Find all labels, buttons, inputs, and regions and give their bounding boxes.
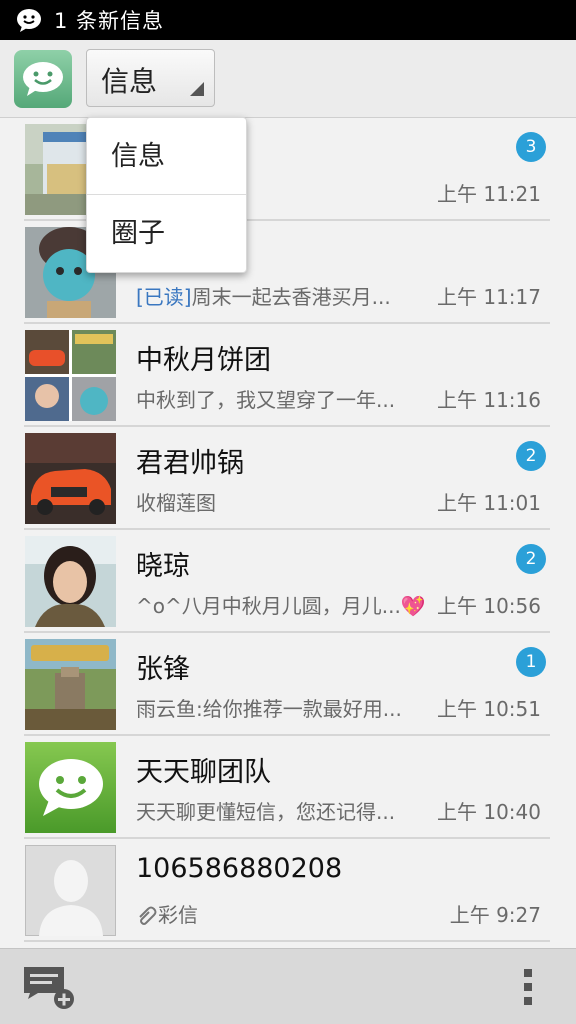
conversation-row[interactable]: 张锋 1 雨云鱼:给你推荐一款最好用... 上午 10:51 (0, 633, 576, 736)
conversation-name: 天天聊团队 (136, 757, 271, 788)
avatar (25, 536, 116, 627)
unread-badge: 2 (516, 441, 546, 471)
app-logo-icon[interactable] (14, 50, 72, 108)
message-preview: ^o^八月中秋月儿圆，月儿...💖 (136, 594, 426, 618)
overflow-menu-icon[interactable] (518, 967, 538, 1007)
unread-badge: 1 (516, 647, 546, 677)
message-preview: [已读]周末一起去香港买月... (136, 285, 391, 309)
message-time: 上午 10:40 (437, 800, 541, 824)
notification-text: 1 条新信息 (54, 9, 165, 33)
message-time: 上午 11:16 (437, 388, 541, 412)
avatar (25, 742, 116, 833)
read-tag: [已读] (136, 285, 192, 309)
unread-badge: 2 (516, 544, 546, 574)
message-time: 上午 11:01 (437, 491, 541, 515)
conversation-row[interactable]: 晓琼 2 ^o^八月中秋月儿圆，月儿...💖 上午 10:56 (0, 530, 576, 633)
spinner-label: 信息 (101, 65, 158, 98)
category-dropdown-menu: 信息 圈子 (86, 117, 247, 273)
dropdown-triangle-icon (190, 82, 204, 96)
dropdown-item-circles[interactable]: 圈子 (87, 195, 246, 272)
compose-message-icon[interactable] (22, 965, 76, 1011)
conversation-row[interactable]: 天天聊团队 天天聊更懂短信，您还记得... 上午 10:40 (0, 736, 576, 839)
conversation-name: 张锋 (136, 654, 190, 685)
message-time: 上午 10:56 (437, 594, 541, 618)
message-preview: 彩信 (136, 899, 426, 928)
message-time: 上午 11:17 (437, 285, 541, 309)
message-time: 上午 11:21 (437, 182, 541, 206)
avatar (25, 845, 116, 936)
conversation-name: 晓琼 (136, 551, 190, 582)
bottom-bar (0, 948, 576, 1024)
message-time: 上午 9:27 (449, 903, 541, 927)
conversation-name: 106586880208 (136, 853, 343, 884)
conversation-name: 君君帅锅 (136, 448, 244, 479)
message-time: 上午 10:51 (437, 697, 541, 721)
action-bar: 信息 (0, 40, 576, 118)
avatar (25, 639, 116, 730)
dropdown-item-messages[interactable]: 信息 (87, 118, 246, 195)
avatar (25, 330, 116, 421)
unread-badge: 3 (516, 132, 546, 162)
message-preview: 天天聊更懂短信，您还记得... (136, 800, 396, 824)
conversation-row[interactable]: 106586880208 彩信 上午 9:27 (0, 839, 576, 942)
avatar (25, 433, 116, 524)
message-preview: 中秋到了，我又望穿了一年... (136, 388, 396, 412)
category-spinner[interactable]: 信息 (86, 49, 215, 107)
conversation-row[interactable]: 中秋月饼团 中秋到了，我又望穿了一年... 上午 11:16 (0, 324, 576, 427)
status-bar: 1 条新信息 (0, 0, 576, 40)
message-preview: 收榴莲图 (136, 491, 216, 515)
conversation-name: 中秋月饼团 (136, 345, 271, 376)
conversation-row[interactable]: 君君帅锅 2 收榴莲图 上午 11:01 (0, 427, 576, 530)
message-notification-icon (17, 9, 41, 32)
attachment-icon (139, 906, 157, 925)
message-preview: 雨云鱼:给你推荐一款最好用... (136, 697, 402, 721)
